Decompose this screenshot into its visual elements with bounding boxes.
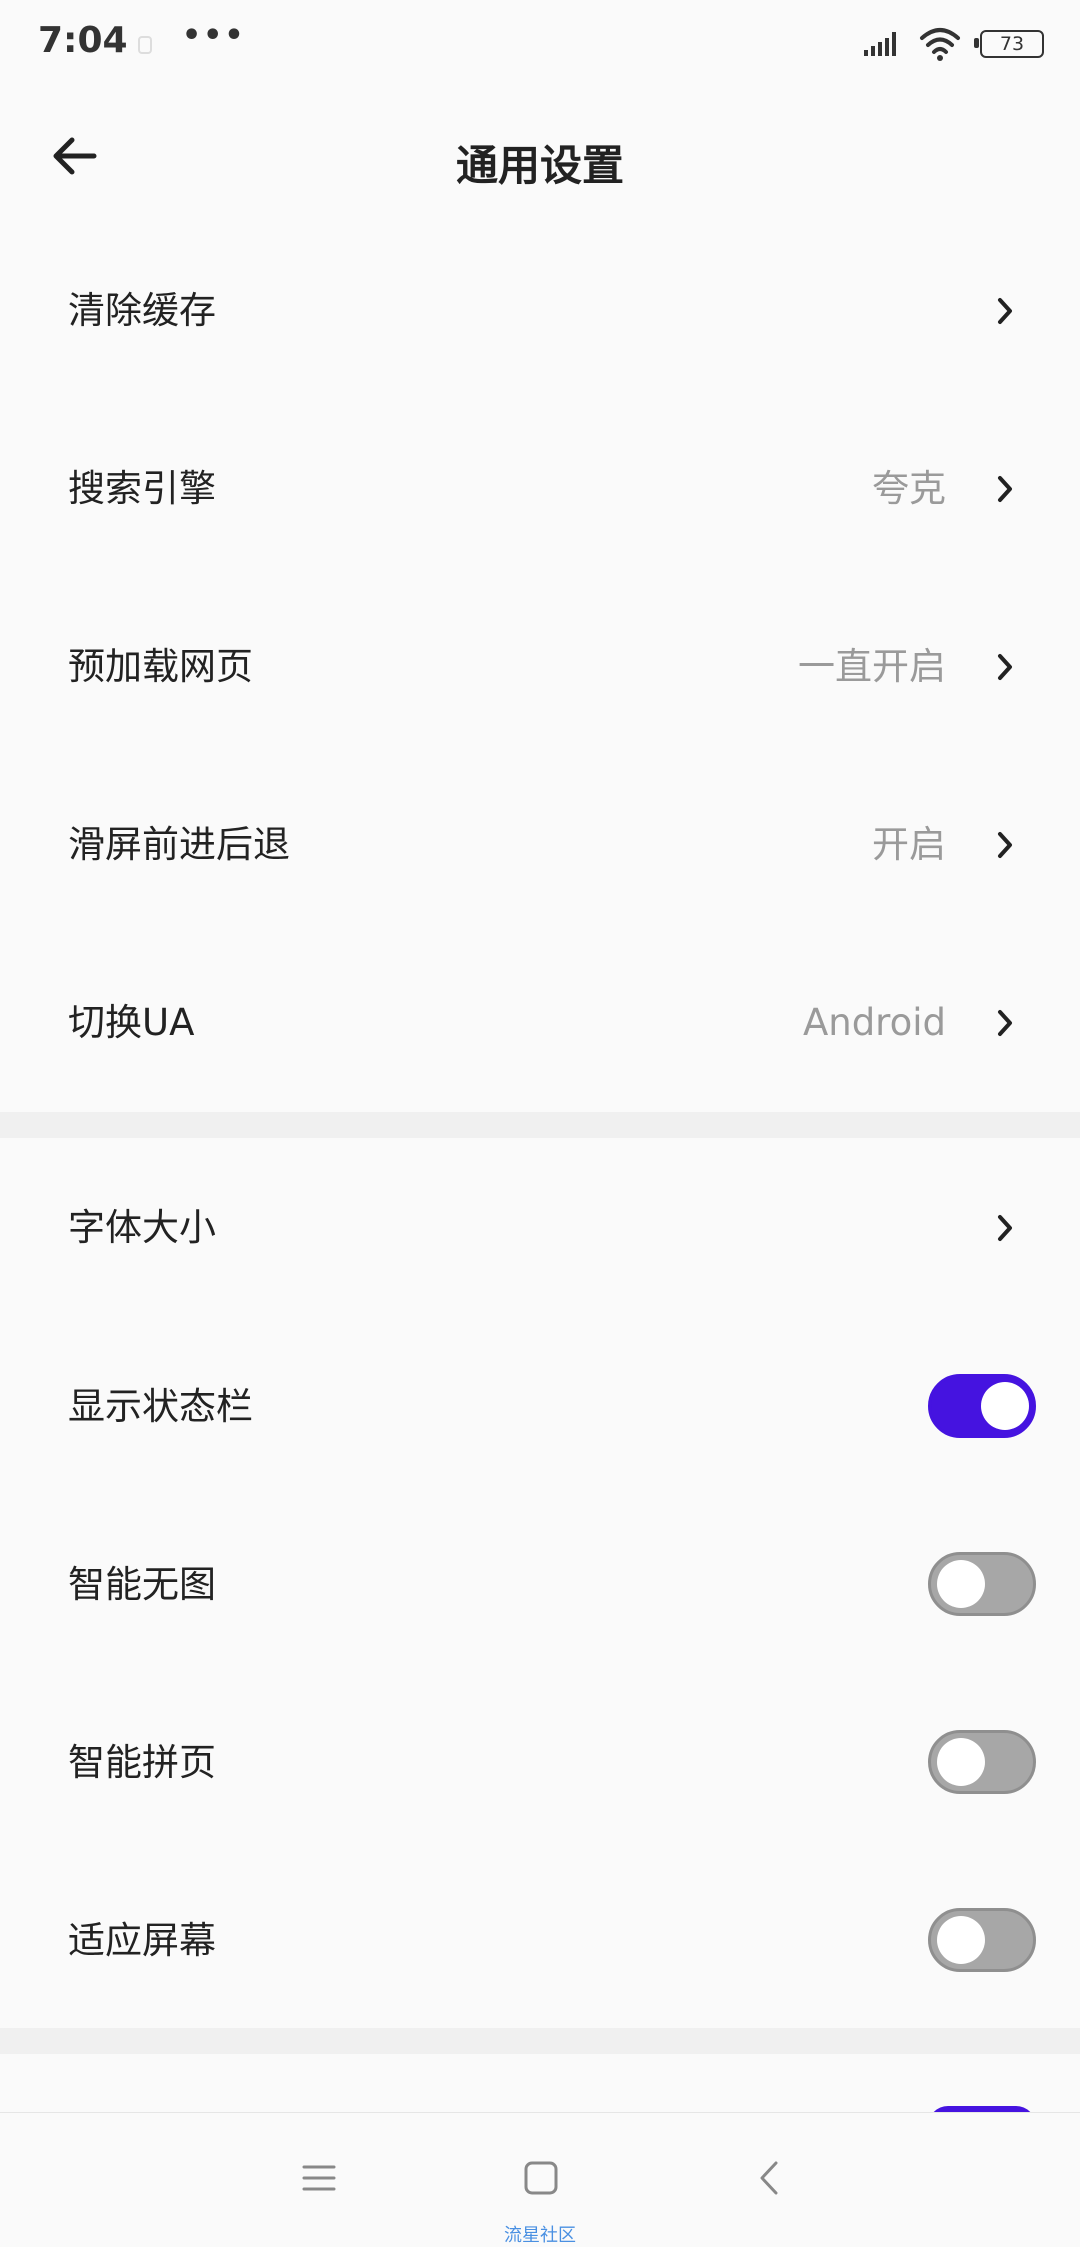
- settings-group-display: 字体大小 显示状态栏 智能无图 智能拼页 适应屏幕: [0, 1138, 1080, 2030]
- chevron-right-icon: [998, 654, 1012, 680]
- setting-label: 字体大小: [68, 1206, 216, 1249]
- setting-value: Android: [802, 1001, 946, 1044]
- setting-value: 一直开启: [798, 645, 946, 688]
- status-time: 7:04: [38, 20, 128, 61]
- setting-switch-ua[interactable]: 切换UA Android: [0, 934, 1080, 1112]
- setting-smart-no-image: 智能无图: [0, 1496, 1080, 1674]
- setting-preload-pages[interactable]: 预加载网页 一直开启: [0, 578, 1080, 756]
- section-divider: [0, 2028, 1080, 2054]
- setting-font-size[interactable]: 字体大小: [0, 1138, 1080, 1318]
- system-nav-bar: 流星社区: [0, 2112, 1080, 2246]
- watermark: 流星社区: [504, 2225, 576, 2246]
- back-icon[interactable]: [746, 2153, 796, 2203]
- chevron-right-icon: [998, 298, 1012, 324]
- status-bar: 7:04 ••• 73: [0, 0, 1080, 92]
- battery-level: 73: [980, 30, 1044, 58]
- smart-no-image-toggle[interactable]: [928, 1552, 1036, 1616]
- page-title: 通用设置: [455, 141, 624, 190]
- setting-label: 智能无图: [68, 1563, 216, 1606]
- setting-label: 切换UA: [68, 1001, 195, 1044]
- signal-icon: [864, 32, 896, 56]
- setting-label: 清除缓存: [68, 289, 216, 332]
- chevron-right-icon: [998, 476, 1012, 502]
- settings-group-general: 清除缓存 搜索引擎 夸克 预加载网页 一直开启 滑屏前进后退 开启 切换UA A…: [0, 222, 1080, 1112]
- status-bar-toggle[interactable]: [928, 1374, 1036, 1438]
- setting-value: 开启: [872, 823, 946, 866]
- home-icon[interactable]: [516, 2153, 566, 2203]
- setting-label: 搜索引擎: [68, 467, 216, 510]
- setting-label: 预加载网页: [68, 645, 253, 688]
- fit-screen-toggle[interactable]: [928, 1908, 1036, 1972]
- setting-label: 适应屏幕: [68, 1919, 216, 1962]
- setting-value: 夸克: [872, 467, 946, 510]
- notification-icon: [138, 36, 152, 54]
- chevron-right-icon: [998, 1215, 1012, 1241]
- setting-search-engine[interactable]: 搜索引擎 夸克: [0, 400, 1080, 578]
- setting-label: 显示状态栏: [68, 1385, 253, 1428]
- more-notifications-icon: •••: [182, 18, 246, 53]
- setting-smart-page-join: 智能拼页: [0, 1674, 1080, 1852]
- wifi-icon: [920, 28, 960, 61]
- smart-page-join-toggle[interactable]: [928, 1730, 1036, 1794]
- chevron-right-icon: [998, 1010, 1012, 1036]
- header: 通用设置: [0, 92, 1080, 222]
- battery-icon: 73: [974, 30, 1046, 58]
- setting-show-status-bar: 显示状态栏: [0, 1318, 1080, 1496]
- setting-swipe-navigation[interactable]: 滑屏前进后退 开启: [0, 756, 1080, 934]
- setting-fit-screen: 适应屏幕: [0, 1852, 1080, 2030]
- setting-label: 智能拼页: [68, 1741, 216, 1784]
- menu-icon[interactable]: [294, 2153, 344, 2203]
- section-divider: [0, 1112, 1080, 1138]
- setting-clear-cache[interactable]: 清除缓存: [0, 222, 1080, 400]
- setting-label: 滑屏前进后退: [68, 823, 290, 866]
- chevron-right-icon: [998, 832, 1012, 858]
